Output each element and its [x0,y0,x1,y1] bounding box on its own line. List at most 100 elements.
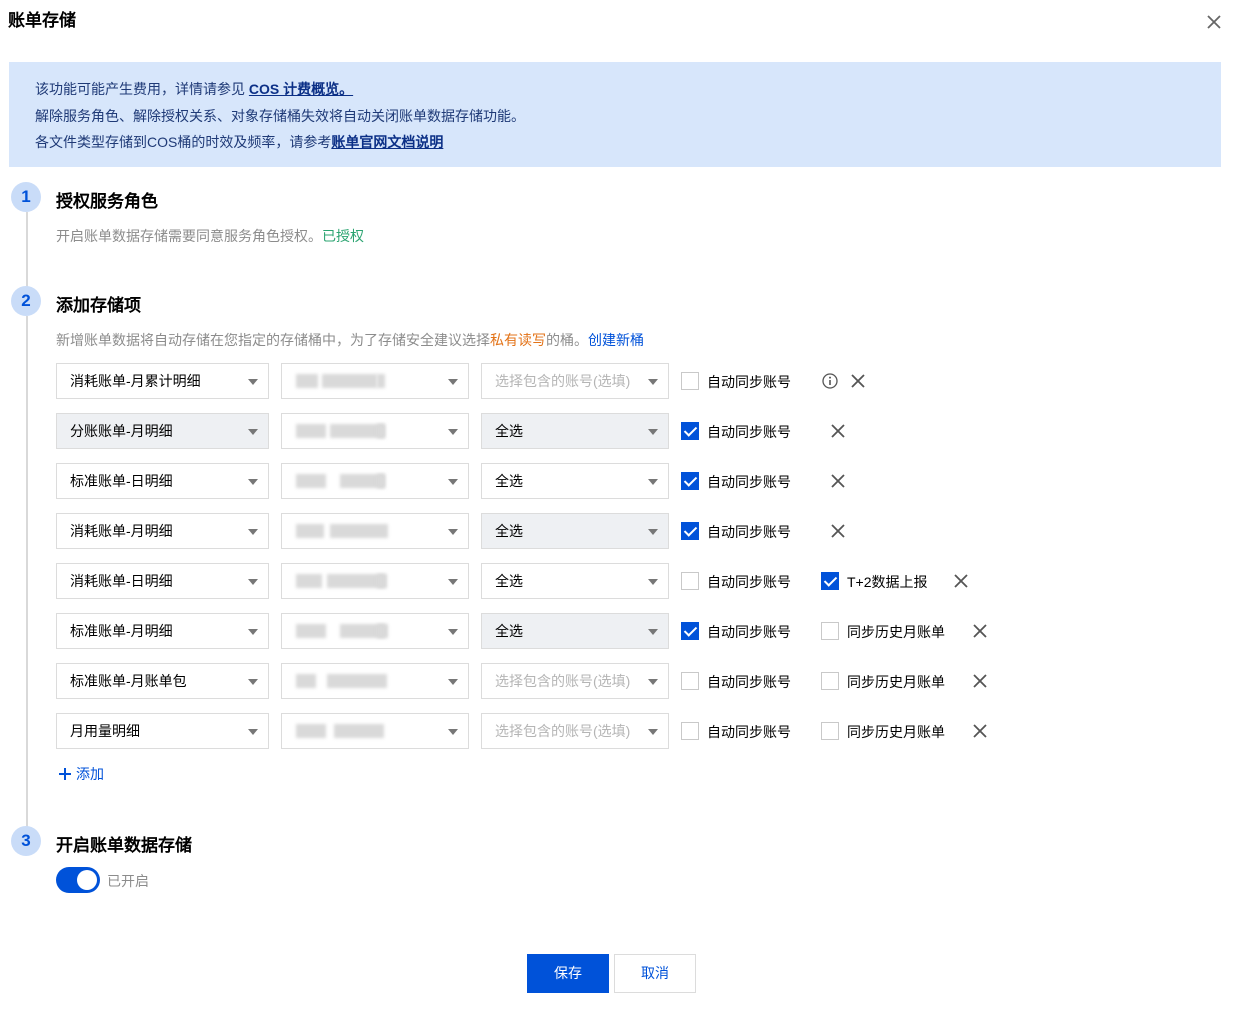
remove-item-icon[interactable] [953,573,969,589]
bucket-select[interactable] [281,613,469,649]
chevron-down-icon [248,579,258,585]
bill-type-select[interactable]: 分账账单-月明细 [56,413,269,449]
remove-item-icon[interactable] [972,723,988,739]
bucket-select[interactable] [281,463,469,499]
close-icon[interactable] [1204,12,1224,32]
extra-option-label: 同步历史月账单 [847,624,945,640]
info-icon[interactable] [822,373,838,389]
chevron-down-icon [648,679,658,685]
extra-option-checkbox[interactable] [821,722,839,740]
save-button[interactable]: 保存 [527,954,609,993]
chevron-down-icon [448,429,458,435]
auto-sync-checkbox[interactable] [681,522,699,540]
chevron-down-icon [248,429,258,435]
auto-sync-checkbox[interactable] [681,572,699,590]
step-3-title: 开启账单数据存储 [56,836,192,855]
account-select[interactable]: 全选 [481,563,669,599]
chevron-down-icon [648,479,658,485]
account-select-value: 选择包含的账号(选填) [495,723,631,739]
account-select-value: 全选 [495,523,523,539]
bill-type-select[interactable]: 月用量明细 [56,713,269,749]
account-select[interactable]: 选择包含的账号(选填) [481,663,669,699]
extra-option-checkbox[interactable] [821,622,839,640]
bill-type-value: 标准账单-日明细 [70,473,173,489]
notice-line2: 解除服务角色、解除授权关系、对象存储桶失效将自动关闭账单数据存储功能。 [35,107,525,124]
auto-sync-label: 自动同步账号 [707,724,791,740]
bill-type-select[interactable]: 消耗账单-日明细 [56,563,269,599]
bucket-select[interactable] [281,713,469,749]
remove-item-icon[interactable] [972,623,988,639]
remove-item-icon[interactable] [972,673,988,689]
dialog-title: 账单存储 [8,11,76,30]
chevron-down-icon [448,379,458,385]
chevron-down-icon [248,729,258,735]
extra-option-checkbox[interactable] [821,572,839,590]
bucket-select[interactable] [281,363,469,399]
account-select-value: 全选 [495,623,523,639]
bill-type-select[interactable]: 标准账单-月账单包 [56,663,269,699]
account-select[interactable]: 选择包含的账号(选填) [481,713,669,749]
account-select-value: 全选 [495,423,523,439]
chevron-down-icon [648,729,658,735]
chevron-down-icon [648,529,658,535]
auto-sync-checkbox[interactable] [681,472,699,490]
account-select[interactable]: 全选 [481,513,669,549]
chevron-down-icon [248,479,258,485]
bucket-select[interactable] [281,513,469,549]
bucket-select[interactable] [281,563,469,599]
chevron-down-icon [448,679,458,685]
auto-sync-checkbox[interactable] [681,372,699,390]
cancel-button[interactable]: 取消 [614,954,696,993]
chevron-down-icon [448,529,458,535]
auto-sync-checkbox[interactable] [681,722,699,740]
remove-item-icon[interactable] [850,373,866,389]
bucket-name-redacted [282,524,392,538]
auto-sync-checkbox[interactable] [681,422,699,440]
auto-sync-label: 自动同步账号 [707,374,791,390]
bucket-select[interactable] [281,413,469,449]
extra-option-label: 同步历史月账单 [847,724,945,740]
bucket-name-redacted [282,574,392,588]
add-item-button[interactable]: 添加 [58,764,104,784]
billing-docs-link[interactable]: 账单官网文档说明 [331,134,443,150]
extra-option-checkbox[interactable] [821,672,839,690]
account-select-value: 选择包含的账号(选填) [495,673,631,689]
storage-toggle[interactable] [56,867,100,893]
bill-type-select[interactable]: 标准账单-月明细 [56,613,269,649]
bucket-name-redacted [282,624,392,638]
step-1-number: 1 [11,182,41,212]
auto-sync-checkbox[interactable] [681,672,699,690]
chevron-down-icon [448,479,458,485]
auto-sync-checkbox[interactable] [681,622,699,640]
account-select[interactable]: 全选 [481,463,669,499]
bucket-name-redacted [282,424,392,438]
create-bucket-link[interactable]: 创建新桶 [588,332,644,348]
chevron-down-icon [248,679,258,685]
account-select[interactable]: 选择包含的账号(选填) [481,363,669,399]
authorized-status: 已授权 [322,228,364,244]
step-connector [26,212,28,287]
bill-type-value: 消耗账单-日明细 [70,573,173,589]
remove-item-icon[interactable] [830,523,846,539]
step-connector [26,316,28,827]
chevron-down-icon [248,379,258,385]
step-1-desc: 开启账单数据存储需要同意服务角色授权。已授权 [56,228,364,244]
cos-pricing-link[interactable]: COS 计费概览。 [249,81,353,97]
chevron-down-icon [448,729,458,735]
remove-item-icon[interactable] [830,423,846,439]
bucket-select[interactable] [281,663,469,699]
bill-type-select[interactable]: 消耗账单-月明细 [56,513,269,549]
step-2-title: 添加存储项 [56,296,141,315]
account-select[interactable]: 全选 [481,413,669,449]
account-select-value: 全选 [495,573,523,589]
account-select-value: 选择包含的账号(选填) [495,373,631,389]
auto-sync-label: 自动同步账号 [707,674,791,690]
bucket-name-redacted [282,674,392,688]
remove-item-icon[interactable] [830,473,846,489]
account-select-value: 全选 [495,473,523,489]
auto-sync-label: 自动同步账号 [707,624,791,640]
account-select[interactable]: 全选 [481,613,669,649]
auto-sync-label: 自动同步账号 [707,524,791,540]
bill-type-select[interactable]: 标准账单-日明细 [56,463,269,499]
bill-type-select[interactable]: 消耗账单-月累计明细 [56,363,269,399]
